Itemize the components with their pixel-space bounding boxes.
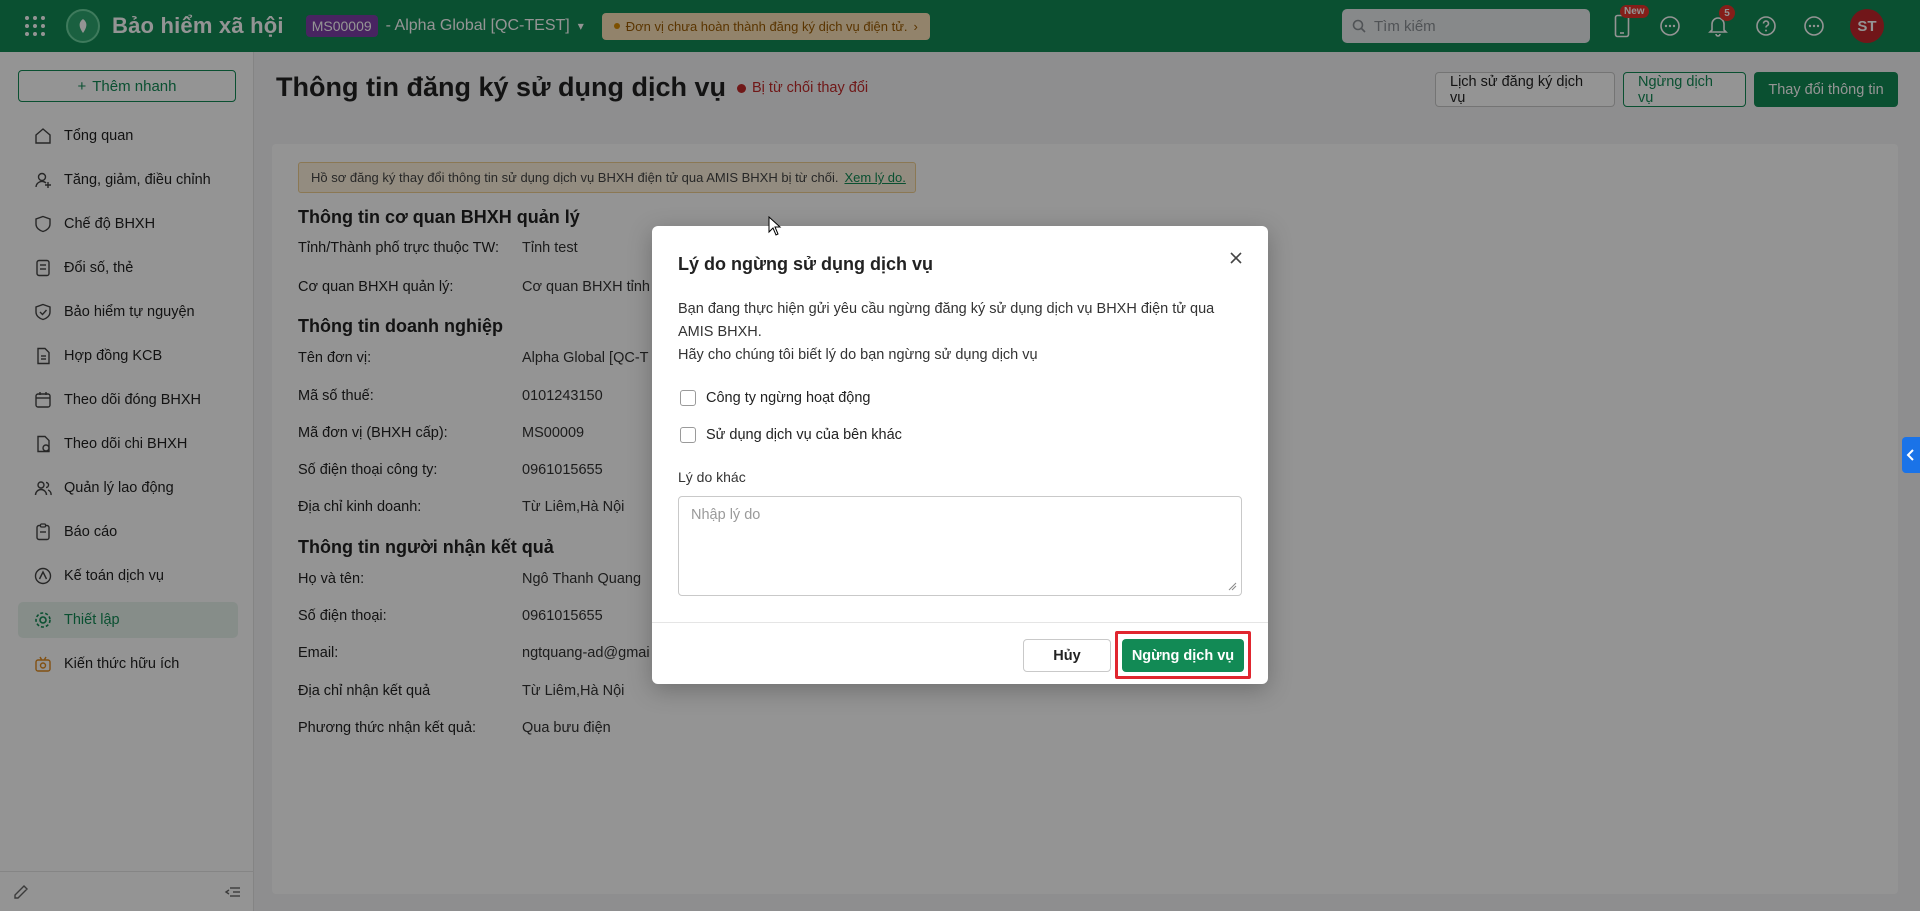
- mouse-cursor-icon: [768, 216, 782, 236]
- dialog-description: Bạn đang thực hiện gửi yêu cầu ngừng đăn…: [678, 298, 1248, 367]
- checkbox-label: Công ty ngừng hoạt động: [706, 390, 871, 406]
- dialog-title: Lý do ngừng sử dụng dịch vụ: [678, 254, 934, 274]
- other-reason-textarea[interactable]: Nhập lý do: [678, 496, 1242, 596]
- checkbox-box[interactable]: [680, 427, 696, 443]
- cancel-button[interactable]: Hủy: [1023, 639, 1111, 672]
- highlight-frame: Ngừng dịch vụ: [1115, 631, 1251, 679]
- checkbox-label: Sử dụng dịch vụ của bên khác: [706, 427, 902, 443]
- close-icon[interactable]: [1226, 248, 1246, 268]
- stop-service-dialog: Lý do ngừng sử dụng dịch vụ Bạn đang thự…: [652, 226, 1268, 684]
- other-reason-label: Lý do khác: [678, 469, 746, 485]
- side-panel-toggle[interactable]: [1902, 437, 1920, 473]
- resize-grip-icon[interactable]: [1227, 581, 1237, 591]
- dialog-desc-line1: Bạn đang thực hiện gửi yêu cầu ngừng đăn…: [678, 301, 1215, 340]
- chevron-left-icon: [1906, 449, 1914, 461]
- textarea-placeholder: Nhập lý do: [691, 507, 761, 523]
- reason-company-closed-checkbox[interactable]: Công ty ngừng hoạt động: [680, 390, 871, 406]
- dialog-desc-line2: Hãy cho chúng tôi biết lý do bạn ngừng s…: [678, 347, 1038, 363]
- reason-other-provider-checkbox[interactable]: Sử dụng dịch vụ của bên khác: [680, 427, 902, 443]
- checkbox-box[interactable]: [680, 390, 696, 406]
- confirm-stop-button[interactable]: Ngừng dịch vụ: [1122, 639, 1244, 672]
- dialog-footer: Hủy Ngừng dịch vụ: [652, 622, 1268, 684]
